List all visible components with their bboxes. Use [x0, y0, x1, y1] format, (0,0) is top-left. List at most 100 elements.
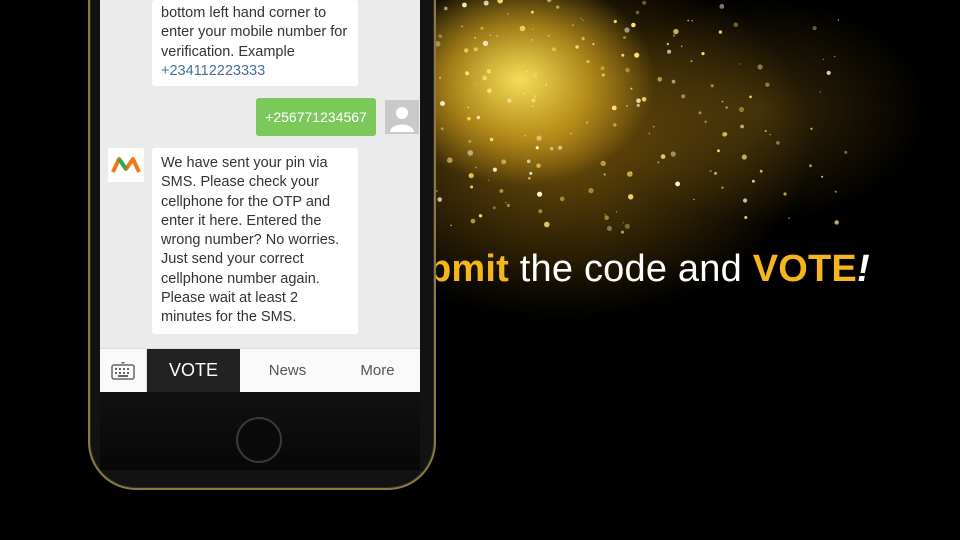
sparkle: [501, 159, 507, 165]
tagline-text: the code and: [509, 248, 753, 290]
sparkle: [497, 0, 503, 4]
sparkle: [465, 71, 470, 76]
sparkle: [719, 4, 725, 9]
sparkle: [626, 104, 628, 107]
sparkle: [741, 154, 747, 160]
sparkle: [693, 198, 695, 201]
home-button[interactable]: [236, 417, 282, 463]
message-line: cellphone for the OTP and: [161, 193, 331, 210]
sparkle: [559, 196, 565, 202]
sparkle: [524, 134, 527, 137]
sparkle: [709, 169, 712, 173]
sparkle: [687, 19, 690, 22]
sparkle: [819, 91, 821, 93]
sparkle: [489, 137, 494, 142]
sparkle: [519, 25, 526, 32]
sparkle: [613, 123, 617, 127]
sparkle: [783, 192, 787, 196]
message-line: Just send your correct: [161, 251, 304, 268]
sparkle: [717, 149, 720, 153]
sparkle: [538, 209, 543, 214]
sparkle: [834, 190, 837, 193]
sparkle: [826, 70, 831, 75]
sparkle: [680, 45, 683, 48]
sparkle: [628, 194, 634, 200]
sparkle: [531, 10, 534, 14]
sparkle: [492, 206, 496, 210]
example-number-link[interactable]: +234112223333: [161, 62, 350, 81]
sparkle: [704, 120, 707, 124]
sparkle: [450, 224, 452, 227]
sparkle: [545, 83, 547, 86]
sparkle: [467, 150, 474, 156]
sparkle: [759, 169, 763, 173]
sparkle: [556, 5, 560, 9]
sparkle: [740, 124, 744, 129]
sparkle: [586, 60, 590, 64]
sparkle: [506, 203, 511, 208]
sparkle: [480, 26, 484, 30]
tagline: bmit the code and VOTE!: [428, 248, 870, 291]
sparkle: [809, 164, 812, 168]
sparkle: [604, 213, 606, 216]
sparkle: [537, 191, 543, 197]
sparkle: [544, 221, 550, 228]
sparkle: [744, 216, 748, 219]
sparkle: [673, 28, 679, 35]
keyboard-toggle-button[interactable]: [100, 349, 147, 392]
sparkle: [532, 28, 534, 30]
sparkle: [604, 215, 609, 220]
sparkle: [666, 42, 670, 46]
sparkle: [613, 19, 617, 24]
sparkle: [631, 171, 633, 173]
user-avatar-icon: [385, 100, 419, 134]
sparkle: [467, 106, 470, 109]
sparkle: [752, 179, 755, 183]
sparkle: [670, 151, 676, 157]
sparkle: [474, 36, 477, 39]
sparkle: [833, 55, 836, 58]
tab-vote[interactable]: VOTE: [147, 349, 240, 392]
sparkle: [714, 172, 717, 175]
sparkle: [834, 220, 839, 225]
phone-screen: bottom left hand corner to enter your mo…: [100, 0, 420, 392]
keyboard-icon: [111, 361, 135, 380]
tab-news[interactable]: News: [240, 349, 335, 392]
sparkle: [691, 19, 693, 22]
sparkle: [652, 125, 655, 128]
sparkle: [505, 202, 507, 204]
sparkle: [550, 147, 554, 151]
sparkle: [580, 17, 582, 20]
sparkle: [837, 19, 840, 21]
sparkle: [531, 98, 536, 103]
sparkle: [530, 38, 533, 41]
sparkle: [570, 132, 572, 135]
sparkle: [681, 94, 686, 99]
sparkle: [630, 87, 633, 90]
sparkle: [468, 139, 472, 144]
sparkle: [439, 76, 442, 79]
sparkle: [440, 101, 445, 106]
message-line: verification. Example: [161, 43, 295, 60]
sparkle: [586, 121, 589, 124]
sparkle: [648, 132, 651, 135]
tagline-exclamation: !: [856, 248, 870, 290]
sparkle: [739, 63, 741, 65]
sparkle: [506, 12, 509, 15]
sparkle: [776, 141, 780, 145]
sparkle: [822, 58, 825, 61]
sparkle: [611, 105, 617, 111]
sparkle: [438, 34, 443, 39]
sparkle: [631, 22, 636, 28]
sparkle: [743, 198, 748, 203]
sparkle: [582, 19, 584, 21]
sparkle: [496, 34, 499, 38]
sparkle: [624, 36, 627, 39]
sparkle: [571, 24, 574, 27]
sparkle: [600, 160, 606, 167]
bottom-tab-bar: VOTE News More: [100, 348, 420, 392]
sparkle: [671, 79, 676, 84]
tab-more[interactable]: More: [335, 349, 420, 392]
user-message-bubble: +256771234567: [256, 98, 376, 136]
message-line: enter your mobile number for: [161, 24, 348, 41]
